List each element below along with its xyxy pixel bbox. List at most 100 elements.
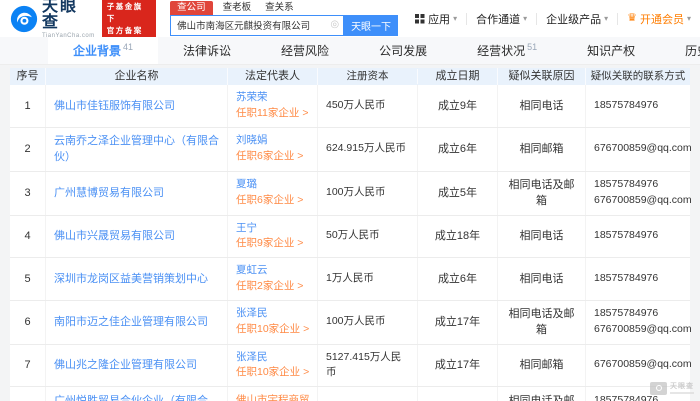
menu-item-enterprise[interactable]: 企业级产品 ▾ — [537, 11, 617, 27]
tab-label: 公司发展 — [379, 42, 427, 59]
company-name-link[interactable]: 深圳市龙岗区益美营销策划中心 — [54, 271, 219, 288]
rep-positions-link[interactable]: 任职6家企业 > — [236, 193, 313, 209]
company-name-link[interactable]: 佛山市兴晟贸易有限公司 — [54, 228, 219, 245]
apps-grid-icon — [415, 14, 424, 23]
rep-positions-link[interactable]: 任职11家企业 > — [236, 106, 313, 122]
search-area: 查公司 查老板 查关系 ◎ 天眼一下 — [170, 2, 398, 36]
search-button[interactable]: 天眼一下 — [344, 15, 398, 36]
row-index: 7 — [10, 345, 46, 387]
contact-value: 18575784976 — [594, 228, 682, 244]
table-row: 2 云南乔之泽企业管理中心（有限合伙） 刘晓娟 任职6家企业 > 624.915… — [10, 128, 690, 172]
related-companies-table: 序号 企业名称 法定代表人 注册资本 成立日期 疑似关联原因 疑似关联的联系方式… — [10, 68, 690, 401]
relation-reason: 相同电话 — [498, 216, 586, 258]
establish-age: 成立17年 — [418, 345, 498, 387]
row-index: 1 — [10, 85, 46, 127]
company-name-link[interactable]: 南阳市迈之佳企业管理有限公司 — [54, 314, 219, 331]
legal-rep-link[interactable]: 张泽民 — [236, 350, 313, 366]
company-name-link[interactable]: 云南乔之泽企业管理中心（有限合伙） — [54, 133, 219, 166]
tab-count-badge: 41 — [123, 42, 133, 52]
watermark-camera-icon — [650, 382, 667, 395]
company-name-link[interactable]: 佛山市佳钰服饰有限公司 — [54, 98, 219, 115]
relation-reason: 相同电话及邮箱 — [498, 172, 586, 215]
col-header-relation-reason: 疑似关联原因 — [498, 68, 586, 85]
row-index: 3 — [10, 172, 46, 215]
registered-capital: 50万人民币 — [318, 216, 418, 258]
contact-value: 676700859@qq.com — [594, 357, 682, 373]
table-row: 7 佛山兆之隆企业管理有限公司 张泽民 任职10家企业 > 5127.415万人… — [10, 345, 690, 388]
legal-rep-link[interactable]: 夏虹云 — [236, 263, 313, 279]
legal-rep-company-link[interactable]: 佛山市宇程商贸有限公司 — [236, 393, 313, 401]
search-tab-company[interactable]: 查公司 — [170, 1, 213, 15]
rep-positions-link[interactable]: 任职10家企业 > — [236, 322, 313, 338]
brand-text: 天眼查 TianYanCha.com — [42, 0, 95, 39]
rep-positions-link[interactable]: 任职6家企业 > — [236, 149, 313, 165]
row-index: 4 — [10, 216, 46, 258]
menu-enterprise-label: 企业级产品 — [546, 11, 601, 27]
rep-positions-link[interactable]: 任职2家企业 > — [236, 279, 313, 295]
brand-name: 天眼查 — [42, 0, 95, 31]
tab-operation-status[interactable]: 经营状况 51 — [452, 37, 562, 64]
search-input[interactable] — [175, 19, 328, 32]
menu-cooperation-label: 合作通道 — [476, 11, 520, 27]
tab-company-development[interactable]: 公司发展 — [354, 37, 452, 64]
relation-reason: 相同电话 — [498, 258, 586, 300]
search-tab-boss[interactable]: 查老板 — [223, 3, 252, 15]
tab-history-info[interactable]: 历史信息 — [660, 37, 700, 64]
registered-capital: 100万人民币 — [318, 172, 418, 215]
tianyancha-watermark: 天眼查 — [650, 382, 694, 395]
contact-value: 676700859@qq.com — [594, 141, 682, 157]
relation-reason: 相同电话 — [498, 85, 586, 127]
table-row: 8 广州悦胜贸易合伙企业（有限合伙） 佛山市宇程商贸有限公司 1000万人民币 … — [10, 387, 690, 401]
menu-item-apps[interactable]: 应用 ▾ — [406, 11, 466, 27]
tab-operation-risk[interactable]: 经营风险 — [256, 37, 354, 64]
contact-value: 18575784976 — [594, 271, 682, 287]
company-name-link[interactable]: 佛山兆之隆企业管理有限公司 — [54, 357, 219, 374]
relation-reason: 相同邮箱 — [498, 345, 586, 387]
table-row: 1 佛山市佳钰服饰有限公司 苏荣荣 任职11家企业 > 450万人民币 成立9年… — [10, 85, 690, 128]
rep-positions-link[interactable]: 任职10家企业 > — [236, 365, 313, 381]
registered-capital: 450万人民币 — [318, 85, 418, 127]
menu-item-vip[interactable]: ♛ 开通会员 ▾ — [618, 11, 700, 27]
col-header-relation-contact: 疑似关联的联系方式 — [586, 69, 690, 85]
registered-capital: 1000万人民币 — [318, 387, 418, 401]
search-box: ◎ — [170, 15, 344, 36]
relation-reason: 相同电话及邮箱 — [498, 301, 586, 344]
col-header-establish-date: 成立日期 — [418, 68, 498, 85]
tab-label: 经营状况 — [477, 42, 525, 59]
menu-item-cooperation[interactable]: 合作通道 ▾ — [467, 11, 536, 27]
chevron-down-icon: ▾ — [604, 14, 608, 23]
tab-legal-litigation[interactable]: 法律诉讼 — [158, 37, 256, 64]
registered-capital: 100万人民币 — [318, 301, 418, 344]
search-tabs: 查公司 查老板 查关系 — [170, 2, 398, 15]
col-header-legal-rep: 法定代表人 — [228, 68, 318, 85]
watermark-text: 天眼查 — [670, 383, 694, 394]
tab-label: 历史信息 — [685, 42, 700, 59]
col-header-index: 序号 — [10, 68, 46, 85]
legal-rep-link[interactable]: 夏璐 — [236, 177, 313, 193]
crown-icon: ♛ — [627, 13, 637, 24]
menu-vip-label: 开通会员 — [640, 11, 684, 27]
legal-rep-link[interactable]: 王宁 — [236, 221, 313, 237]
search-row: ◎ 天眼一下 — [170, 15, 398, 36]
rep-positions-link[interactable]: 任职9家企业 > — [236, 236, 313, 252]
relation-reason: 相同电话及邮箱 — [498, 387, 586, 401]
legal-rep-link[interactable]: 刘晓娟 — [236, 133, 313, 149]
col-header-registered-capital: 注册资本 — [318, 69, 418, 85]
legal-rep-link[interactable]: 苏荣荣 — [236, 90, 313, 106]
tab-intellectual-property[interactable]: 知识产权 — [562, 37, 660, 64]
company-name-link[interactable]: 广州悦胜贸易合伙企业（有限合伙） — [54, 393, 219, 401]
chevron-down-icon: ▾ — [523, 14, 527, 23]
tianyancha-page: 天眼查 TianYanCha.com 国家中小企业发展子基金旗下 官方备案企业征… — [0, 0, 700, 401]
row-index: 2 — [10, 128, 46, 171]
menu-apps-label: 应用 — [428, 11, 450, 27]
section-navbar: 企业背景 41 法律诉讼 经营风险 公司发展 经营状况 51 知识产权 历史信息 — [0, 37, 700, 65]
tab-company-background[interactable]: 企业背景 41 — [48, 37, 158, 64]
camera-search-icon[interactable]: ◎ — [330, 20, 339, 30]
contact-value: 18575784976 — [594, 177, 682, 193]
legal-rep-link[interactable]: 张泽民 — [236, 306, 313, 322]
establish-age: 成立6年 — [418, 258, 498, 300]
company-name-link[interactable]: 广州慧博贸易有限公司 — [54, 185, 219, 202]
search-tab-relation[interactable]: 查关系 — [265, 3, 294, 15]
establish-age: 成立18年 — [418, 216, 498, 258]
tab-label: 法律诉讼 — [183, 42, 231, 59]
